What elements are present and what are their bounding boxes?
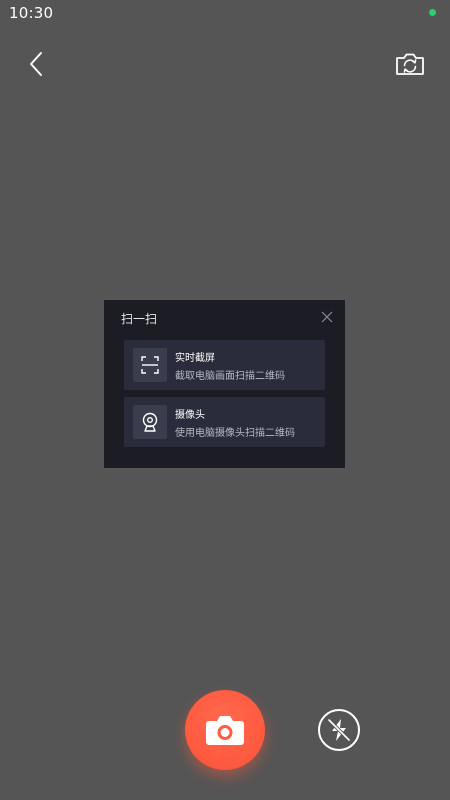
option-icon-box (133, 348, 167, 382)
status-bar: 10:30 (0, 0, 450, 26)
chevron-left-icon (30, 52, 42, 76)
option-webcam[interactable]: 摄像头 使用电脑摄像头扫描二维码 (124, 397, 325, 447)
flash-off-icon (327, 718, 351, 742)
dialog-title: 扫一扫 (121, 312, 158, 326)
dialog-close-button[interactable] (319, 309, 335, 325)
scan-dialog: 扫一扫 实时截屏 截取电脑画面扫描二维码 摄像头 使用电脑摄像头扫描二维码 (104, 300, 345, 468)
flash-toggle-button[interactable] (318, 709, 360, 751)
status-time: 10:30 (9, 4, 54, 22)
scan-frame-icon (141, 356, 159, 374)
webcam-icon (142, 412, 158, 432)
capture-button[interactable] (185, 690, 265, 770)
option-title: 实时截屏 (175, 353, 215, 364)
notification-dot-icon (429, 9, 436, 16)
back-button[interactable] (20, 48, 52, 80)
option-icon-box (133, 405, 167, 439)
option-title: 摄像头 (175, 410, 205, 421)
switch-camera-button[interactable] (392, 48, 428, 80)
camera-icon (206, 716, 244, 745)
option-description: 使用电脑摄像头扫描二维码 (175, 428, 295, 439)
camera-switch-icon (396, 53, 424, 75)
option-realtime-screenshot[interactable]: 实时截屏 截取电脑画面扫描二维码 (124, 340, 325, 390)
close-icon (321, 311, 333, 323)
option-description: 截取电脑画面扫描二维码 (175, 371, 285, 382)
